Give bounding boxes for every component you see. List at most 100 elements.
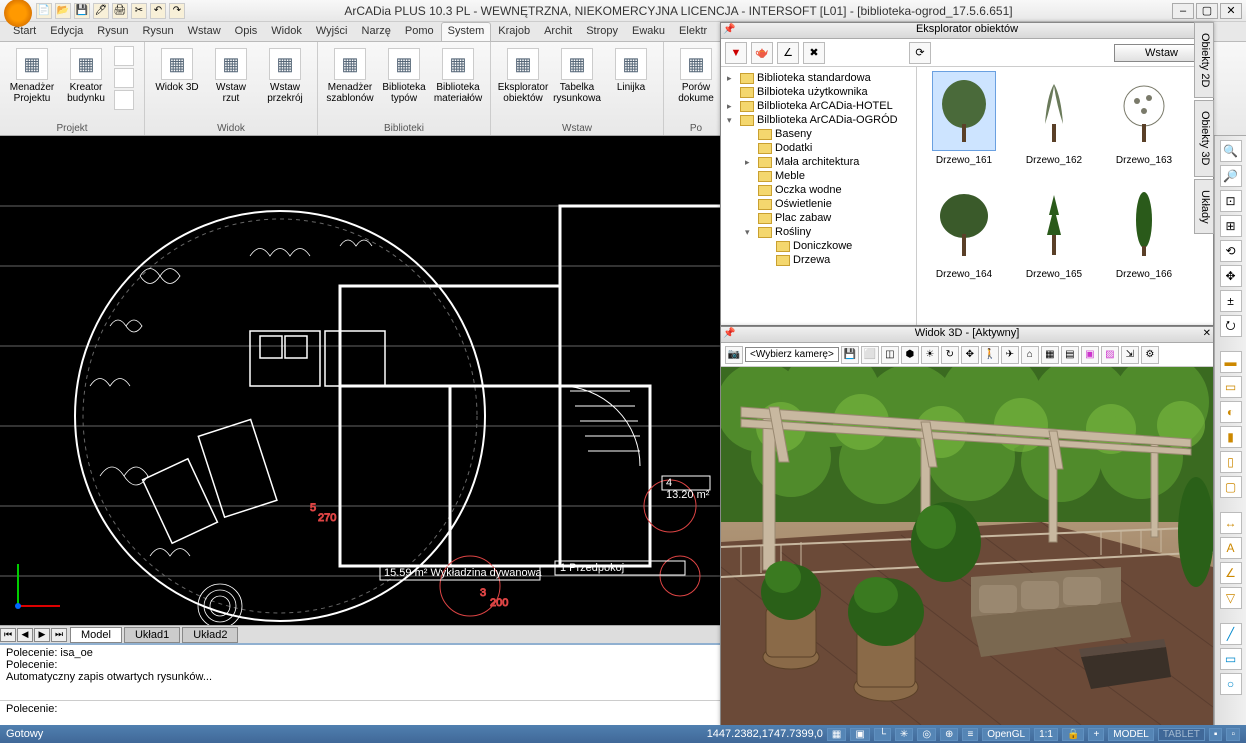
ribbon-tab-archit[interactable]: Archit bbox=[537, 22, 579, 41]
ribbon-tab-widok[interactable]: Widok bbox=[264, 22, 309, 41]
wall-icon[interactable]: ▬ bbox=[1220, 351, 1242, 373]
zoom-prev-icon[interactable]: ⟲ bbox=[1220, 240, 1242, 262]
ribbon-button[interactable]: ▦Widok 3D bbox=[151, 46, 203, 121]
ribbon-button[interactable]: ▦Biblioteka materiałów bbox=[432, 46, 484, 121]
ribbon-tab-elektr[interactable]: Elektr bbox=[672, 22, 714, 41]
ribbon-button[interactable]: ▦Menadżer Projektu bbox=[6, 46, 58, 121]
fly-icon[interactable]: ✈ bbox=[1001, 346, 1019, 364]
thumbnail-item[interactable]: Drzewo_161 bbox=[921, 71, 1007, 181]
thumbnail-item[interactable]: Drzewo_162 bbox=[1011, 71, 1097, 181]
status-misc2-icon[interactable]: ▫ bbox=[1226, 728, 1240, 741]
expand-arrow-icon[interactable]: ▸ bbox=[745, 157, 755, 168]
render1-icon[interactable]: ▣ bbox=[1081, 346, 1099, 364]
tree-node[interactable]: Meble bbox=[723, 169, 914, 183]
level-icon[interactable]: ▽ bbox=[1220, 587, 1242, 609]
column-icon[interactable]: ▮ bbox=[1220, 426, 1242, 448]
zoom-window-icon[interactable]: ⊡ bbox=[1220, 190, 1242, 212]
panel-close-icon[interactable]: ✕ bbox=[1203, 328, 1211, 339]
pan-icon[interactable]: ✥ bbox=[961, 346, 979, 364]
status-plus-icon[interactable]: + bbox=[1088, 728, 1104, 741]
ribbon-tab-opis[interactable]: Opis bbox=[228, 22, 265, 41]
expand-arrow-icon[interactable]: ▸ bbox=[727, 101, 737, 112]
view3d-scene[interactable] bbox=[721, 367, 1213, 725]
ribbon-tab-stropy[interactable]: Stropy bbox=[579, 22, 625, 41]
side-tab-2d[interactable]: Obiekty 2D bbox=[1194, 22, 1214, 98]
ribbon-button[interactable]: ▦Menadżer szablonów bbox=[324, 46, 376, 121]
tree-node[interactable]: ▾Bilblioteka ArCADia-OGRÓD bbox=[723, 113, 914, 127]
layers-icon[interactable]: ▤ bbox=[1061, 346, 1079, 364]
dim-icon[interactable]: ↔ bbox=[1220, 512, 1242, 534]
qat-plot-icon[interactable]: 🖊 bbox=[93, 3, 109, 19]
thumbnail-item[interactable]: Drzewo_164 bbox=[921, 185, 1007, 295]
tree-node[interactable]: Doniczkowe bbox=[723, 239, 914, 253]
ribbon-tab-pomo[interactable]: Pomo bbox=[398, 22, 441, 41]
tree-node[interactable]: Baseny bbox=[723, 127, 914, 141]
camera-icon[interactable]: 📷 bbox=[725, 346, 743, 364]
zoom-realtime-icon[interactable]: ± bbox=[1220, 290, 1242, 312]
tree-node[interactable]: Oświetlenie bbox=[723, 197, 914, 211]
zoom-extents-icon[interactable]: ⊞ bbox=[1220, 215, 1242, 237]
ribbon-tab-system[interactable]: System bbox=[441, 22, 492, 41]
qat-redo-icon[interactable]: ↷ bbox=[169, 3, 185, 19]
view-iso-icon[interactable]: ⬢ bbox=[901, 346, 919, 364]
camera-select[interactable]: <Wybierz kamerę> bbox=[745, 347, 839, 362]
tree-node[interactable]: Plac zabaw bbox=[723, 211, 914, 225]
osnap-esnap-icon[interactable]: ◎ bbox=[917, 728, 936, 741]
status-model[interactable]: MODEL bbox=[1108, 728, 1154, 741]
window-icon[interactable]: ▭ bbox=[1220, 376, 1242, 398]
tree-node[interactable]: ▸Biblioteka standardowa bbox=[723, 71, 914, 85]
orbit-icon[interactable]: ↻ bbox=[941, 346, 959, 364]
render2-icon[interactable]: ▨ bbox=[1101, 346, 1119, 364]
qat-undo-icon[interactable]: ↶ bbox=[150, 3, 166, 19]
expand-arrow-icon[interactable]: ▾ bbox=[727, 115, 737, 126]
settings-icon[interactable]: ⚙ bbox=[1141, 346, 1159, 364]
small-btn-icon[interactable] bbox=[114, 90, 134, 110]
ribbon-tab-krajob[interactable]: Krajob bbox=[491, 22, 537, 41]
osnap-ortho-icon[interactable]: └ bbox=[874, 728, 891, 741]
sheet-tab-layout1[interactable]: Układ1 bbox=[124, 627, 180, 643]
thumbnail-item[interactable]: Drzewo_163 bbox=[1101, 71, 1187, 181]
home-icon[interactable]: ⌂ bbox=[1021, 346, 1039, 364]
library-tree[interactable]: ▸Biblioteka standardowaBilbioteka użytko… bbox=[721, 67, 917, 325]
ribbon-tab-wstaw[interactable]: Wstaw bbox=[181, 22, 228, 41]
drawing-canvas[interactable]: 3 200 5 270 1 Przedpokoj 15.59 m² Wykład… bbox=[0, 136, 720, 625]
osnap-grid-icon[interactable]: ▦ bbox=[827, 728, 846, 741]
sheet-tab-layout2[interactable]: Układ2 bbox=[182, 627, 238, 643]
expand-arrow-icon[interactable]: ▸ bbox=[727, 73, 737, 84]
tree-node[interactable]: ▾Rośliny bbox=[723, 225, 914, 239]
tree-node[interactable]: Oczka wodne bbox=[723, 183, 914, 197]
qat-open-icon[interactable]: 📂 bbox=[55, 3, 71, 19]
ribbon-button[interactable]: ▦Porów dokume bbox=[670, 46, 722, 121]
maximize-icon[interactable]: ▢ bbox=[1196, 3, 1218, 19]
ribbon-tab-edycja[interactable]: Edycja bbox=[43, 22, 90, 41]
line-icon[interactable]: ╱ bbox=[1220, 623, 1242, 645]
osnap-etrack-icon[interactable]: ⊕ bbox=[940, 728, 958, 741]
ribbon-button[interactable]: ▦Kreator budynku bbox=[60, 46, 112, 121]
ribbon-tab-rysun[interactable]: Rysun bbox=[90, 22, 135, 41]
sheet-nav-last-icon[interactable]: ⏭ bbox=[51, 628, 67, 642]
qat-print-icon[interactable]: 🖨 bbox=[112, 3, 128, 19]
tree-node[interactable]: Bilbioteka użytkownika bbox=[723, 85, 914, 99]
osnap-lwt-icon[interactable]: ≡ bbox=[962, 728, 978, 741]
ribbon-tab-ewaku[interactable]: Ewaku bbox=[625, 22, 672, 41]
zoom-out-icon[interactable]: 🔎 bbox=[1220, 165, 1242, 187]
rect-icon[interactable]: ▭ bbox=[1220, 648, 1242, 670]
qat-save-icon[interactable]: 💾 bbox=[74, 3, 90, 19]
side-tab-layouts[interactable]: Układy bbox=[1194, 179, 1214, 235]
status-misc1-icon[interactable]: ▪ bbox=[1209, 728, 1223, 741]
walk-icon[interactable]: 🚶 bbox=[981, 346, 999, 364]
ribbon-tab-wyjści[interactable]: Wyjści bbox=[309, 22, 355, 41]
filter-red-icon[interactable]: ▼ bbox=[725, 42, 747, 64]
orbit-icon[interactable]: ⭮ bbox=[1220, 315, 1242, 337]
tree-node[interactable]: Drzewa bbox=[723, 253, 914, 267]
osnap-polar-icon[interactable]: ✳ bbox=[895, 728, 913, 741]
view-front-icon[interactable]: ◫ bbox=[881, 346, 899, 364]
ribbon-button[interactable]: ▦Wstaw przekrój bbox=[259, 46, 311, 121]
sheet-nav-first-icon[interactable]: ⏮ bbox=[0, 628, 16, 642]
view-top-icon[interactable]: ⬜ bbox=[861, 346, 879, 364]
teapot-icon[interactable]: 🫖 bbox=[751, 42, 773, 64]
ribbon-button[interactable]: ▦Wstaw rzut bbox=[205, 46, 257, 121]
app-logo-icon[interactable] bbox=[4, 0, 32, 27]
angle-icon[interactable]: ∠ bbox=[777, 42, 799, 64]
room-icon[interactable]: ▢ bbox=[1220, 476, 1242, 498]
